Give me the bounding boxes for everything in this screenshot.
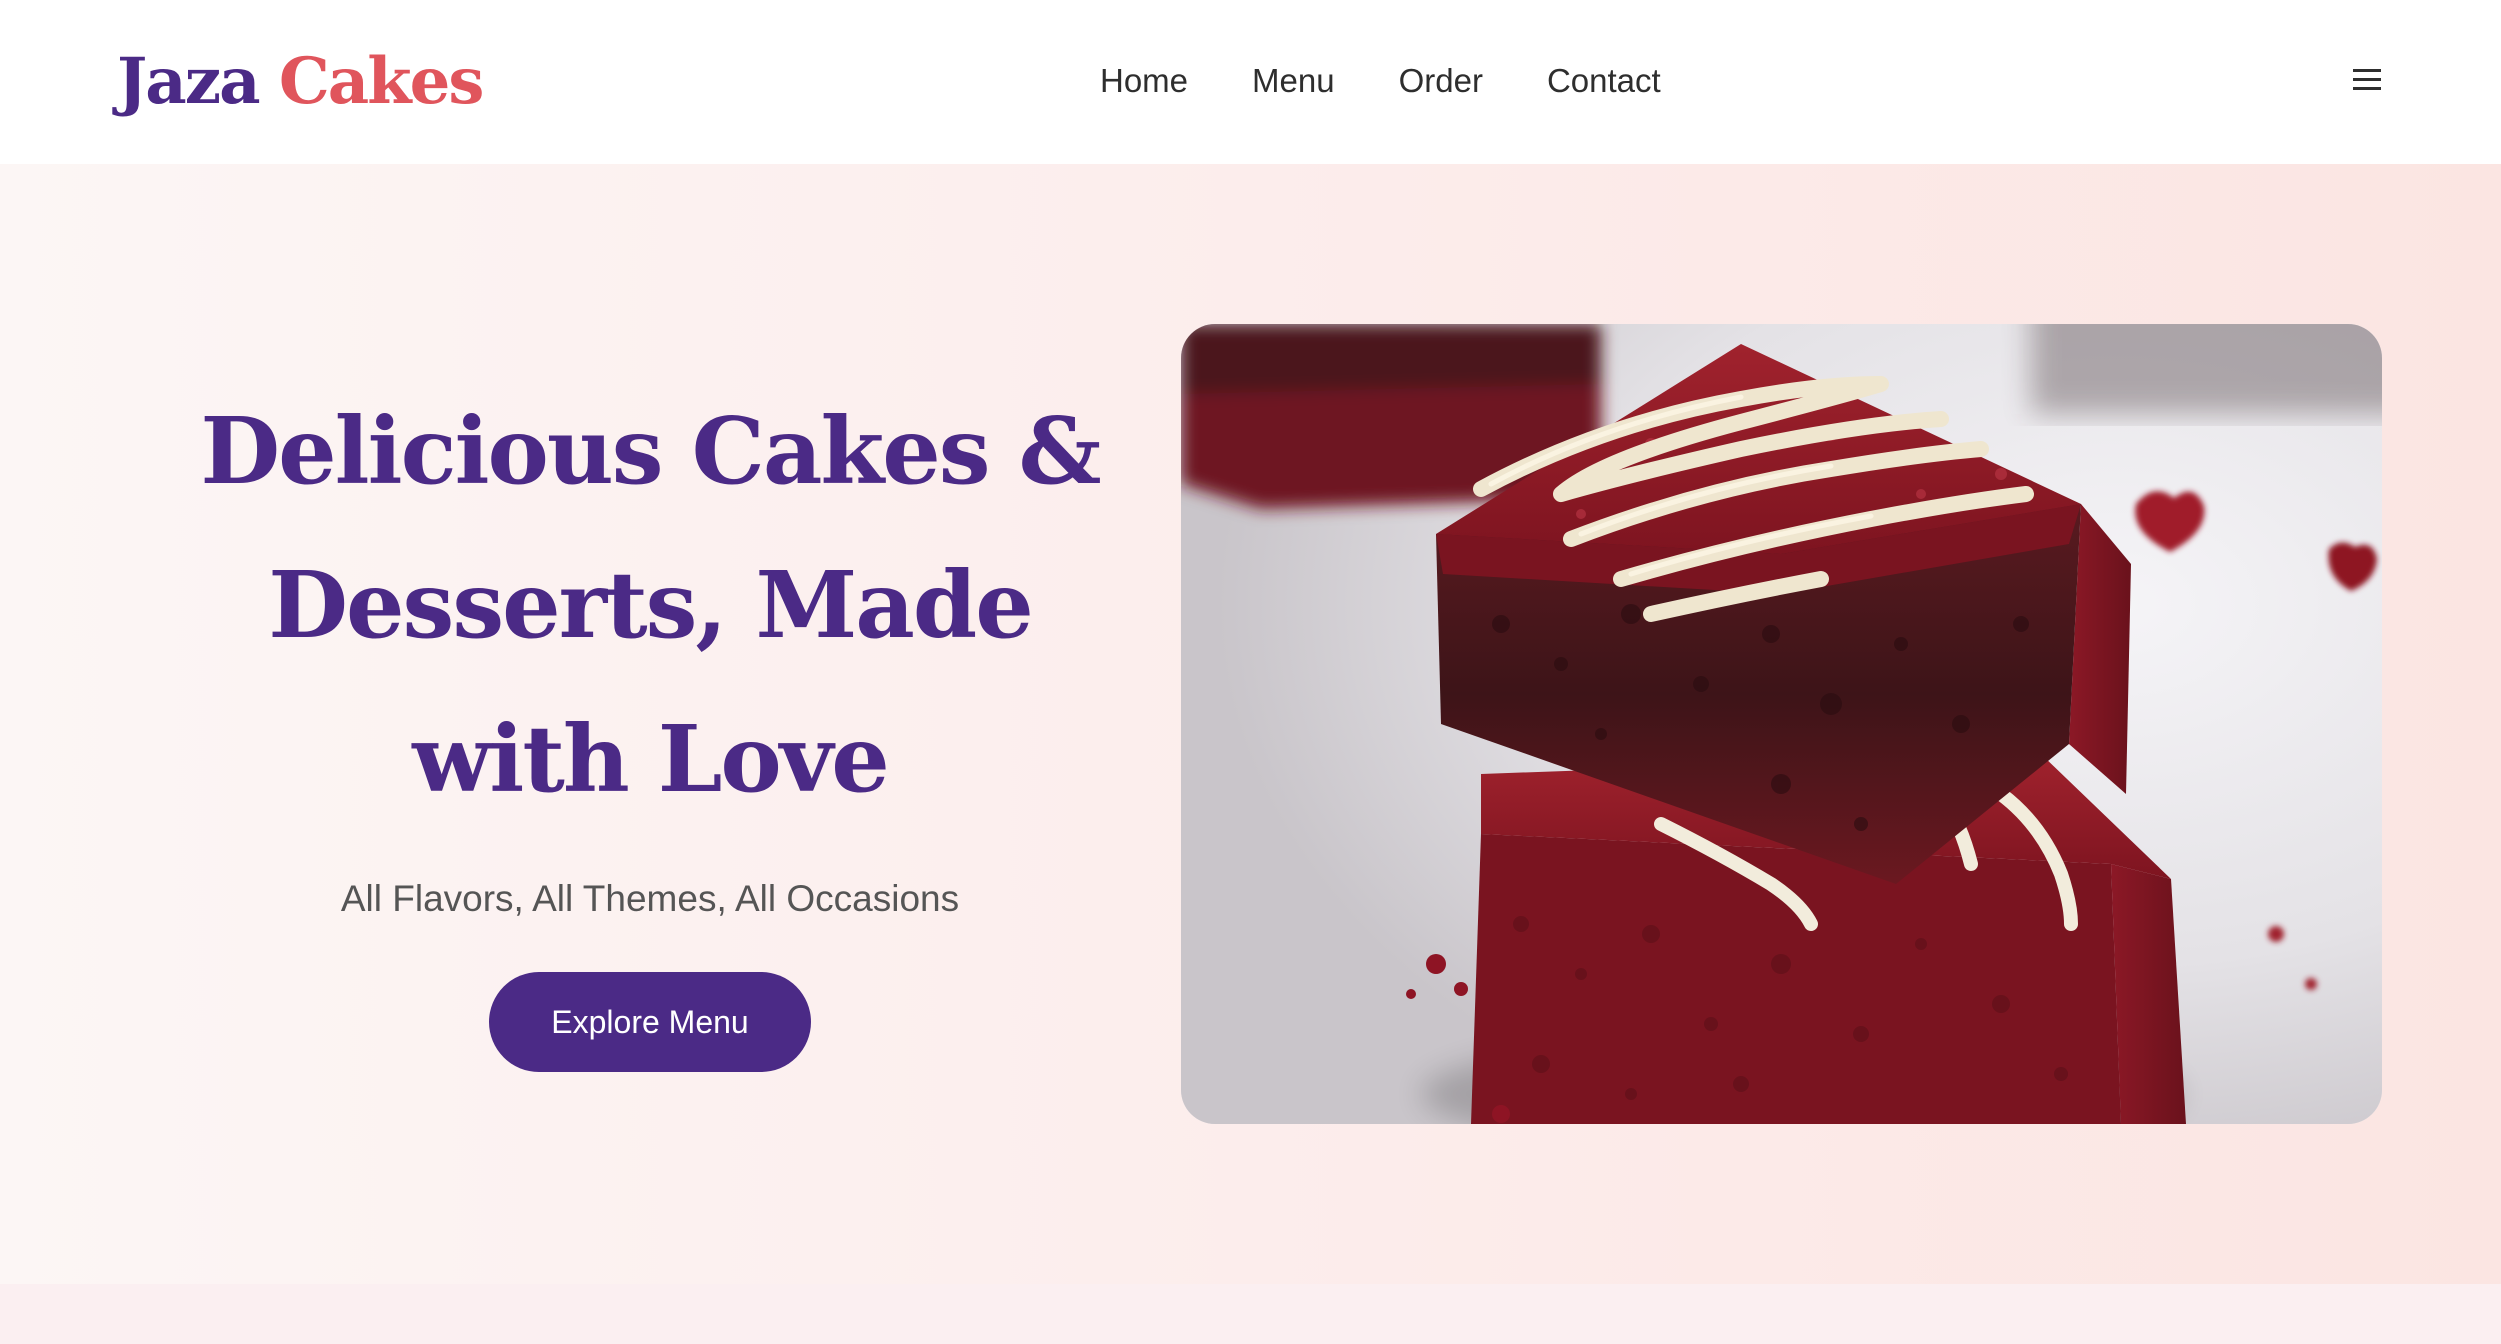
hero-text-block: Delicious Cakes & Desserts, Made with Lo…	[150, 374, 1150, 1072]
nav-link-order[interactable]: Order	[1399, 62, 1483, 100]
navbar: Jaza Cakes Home Menu Order Contact	[0, 0, 2501, 164]
hamburger-line	[2353, 87, 2381, 90]
hero-subtitle: All Flavors, All Themes, All Occasions	[340, 878, 960, 919]
hero-section: Delicious Cakes & Desserts, Made with Lo…	[0, 164, 2501, 1284]
next-section	[0, 1284, 2501, 1344]
hamburger-icon[interactable]	[2353, 67, 2381, 93]
hamburger-line	[2353, 69, 2381, 72]
red-velvet-brownies-image	[1181, 324, 2382, 1124]
brand-name-part1: Jaza	[117, 44, 261, 119]
hamburger-line	[2353, 78, 2381, 81]
nav-link-menu[interactable]: Menu	[1252, 62, 1335, 100]
hero-title: Delicious Cakes & Desserts, Made with Lo…	[200, 397, 1101, 813]
nav-link-home[interactable]: Home	[1100, 62, 1188, 100]
nav-link-contact[interactable]: Contact	[1547, 62, 1661, 100]
primary-nav: Home Menu Order Contact	[1100, 50, 1661, 112]
explore-menu-button[interactable]: Explore Menu	[489, 972, 811, 1072]
brand-logo[interactable]: Jaza Cakes	[117, 40, 484, 124]
brand-name-part2: Cakes	[278, 44, 484, 119]
